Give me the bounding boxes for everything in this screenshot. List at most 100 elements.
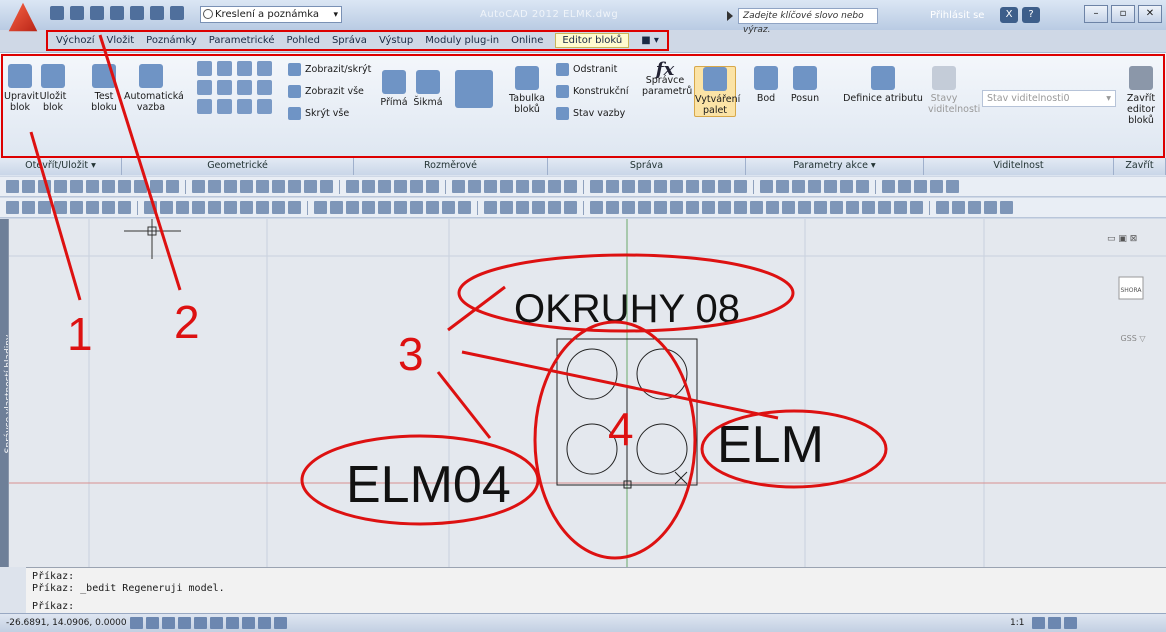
ortho-icon[interactable] [162,617,175,629]
toolbar-tool-icon[interactable] [548,201,561,214]
tab-manage[interactable]: Správa [332,35,367,46]
toolbar-tool-icon[interactable] [362,201,375,214]
toolbar-tool-icon[interactable] [192,180,205,193]
toolbar-tool-icon[interactable] [22,201,35,214]
toolbar-tool-icon[interactable] [946,180,959,193]
panel-visibility[interactable]: Viditelnost [924,158,1114,175]
toolbar-tool-icon[interactable] [606,180,619,193]
toolbar-tool-icon[interactable] [70,201,83,214]
login-link[interactable]: Přihlásit se [930,10,984,21]
toolbar-tool-icon[interactable] [314,201,327,214]
workspace-switch-icon[interactable] [1032,617,1046,629]
toolbar-tool-icon[interactable] [856,180,869,193]
toolbar-tool-icon[interactable] [54,180,67,193]
toolbar-tool-icon[interactable] [452,180,465,193]
toolbar-tool-icon[interactable] [118,201,131,214]
toolbar-tool-icon[interactable] [622,180,635,193]
toolbar-tool-icon[interactable] [564,201,577,214]
toolbar-tool-icon[interactable] [208,201,221,214]
transparency-icon[interactable] [274,617,287,629]
toolbar-tool-icon[interactable] [638,180,651,193]
drawing-canvas[interactable]: OKRUHY 08 ELM04 ELM SHORA GSS ▽ ▭ ▣ ⊠ [8,219,1166,567]
toolbar-tool-icon[interactable] [362,180,375,193]
toolbar-tool-icon[interactable] [846,201,859,214]
toolbar-tool-icon[interactable] [952,201,965,214]
toolbar-tool-icon[interactable] [240,201,253,214]
polar-icon[interactable] [178,617,191,629]
exchange-icon[interactable]: X [1000,7,1018,23]
toolbar-tool-icon[interactable] [670,201,683,214]
toolbar-tool-icon[interactable] [910,201,923,214]
snap-icon[interactable] [130,617,143,629]
toolbar-tool-icon[interactable] [532,201,545,214]
panel-close[interactable]: Zavřít [1114,158,1166,175]
toolbar-tool-icon[interactable] [330,201,343,214]
toolbar-tool-icon[interactable] [426,201,439,214]
toolbar-tool-icon[interactable] [702,201,715,214]
toolbar-tool-icon[interactable] [702,180,715,193]
toolbar-tool-icon[interactable] [622,201,635,214]
toolbar-tool-icon[interactable] [166,180,179,193]
toolbar-tool-icon[interactable] [484,201,497,214]
toolbar-tool-icon[interactable] [516,201,529,214]
restore-button[interactable]: ▫ [1111,5,1135,23]
osnap-icon[interactable] [194,617,207,629]
lineweight-icon[interactable] [258,617,271,629]
toolbar-tool-icon[interactable] [288,201,301,214]
toolbar-tool-icon[interactable] [824,180,837,193]
tab-block-editor[interactable]: Editor bloků [555,33,630,48]
toolbar-tool-icon[interactable] [272,180,285,193]
viewcube[interactable]: SHORA GSS ▽ ▭ ▣ ⊠ [1097,229,1161,379]
toolbar-tool-icon[interactable] [378,180,391,193]
wcs-label[interactable]: GSS ▽ [1120,334,1146,343]
toolbar-tool-icon[interactable] [882,180,895,193]
toolbar-tool-icon[interactable] [792,180,805,193]
new-icon[interactable] [50,6,64,20]
tab-extra-icon[interactable]: ■ ▾ [641,35,659,46]
toolbar-tool-icon[interactable] [394,180,407,193]
toolbar-tool-icon[interactable] [686,180,699,193]
toolbar-tool-icon[interactable] [936,201,949,214]
close-button[interactable]: ✕ [1138,5,1162,23]
annotation-scale[interactable]: 1:1 [1010,618,1024,628]
toolbar-tool-icon[interactable] [686,201,699,214]
clean-screen-icon[interactable] [1064,617,1078,629]
toolbar-tool-icon[interactable] [256,201,269,214]
panel-action-parameters[interactable]: Parametry akce ▾ [746,158,924,175]
tab-online[interactable]: Online [511,35,543,46]
toolbar-tool-icon[interactable] [442,201,455,214]
toolbar-tool-icon[interactable] [150,180,163,193]
help-icon[interactable]: ? [1022,7,1040,23]
tab-insert[interactable]: Vložit [106,35,134,46]
toolbar-tool-icon[interactable] [590,201,603,214]
toolbar-tool-icon[interactable] [776,180,789,193]
toolbar-tool-icon[interactable] [468,180,481,193]
tab-output[interactable]: Výstup [379,35,413,46]
toolbar-tool-icon[interactable] [734,201,747,214]
toolbar-tool-icon[interactable] [304,180,317,193]
toolbar-tool-icon[interactable] [6,180,19,193]
toolbar-tool-icon[interactable] [272,201,285,214]
toolbar-tool-icon[interactable] [606,201,619,214]
toolbar-tool-icon[interactable] [86,201,99,214]
toolbar-tool-icon[interactable] [6,201,19,214]
toolbar-tool-icon[interactable] [654,201,667,214]
toolbar-tool-icon[interactable] [930,180,943,193]
tab-home[interactable]: Výchozí [56,35,94,46]
toolbar-tool-icon[interactable] [160,201,173,214]
toolbar-tool-icon[interactable] [134,180,147,193]
toolbar-tool-icon[interactable] [798,201,811,214]
toolbar-tool-icon[interactable] [86,180,99,193]
toolbar-tool-icon[interactable] [394,201,407,214]
save-as-icon[interactable] [110,6,124,20]
dyn-icon[interactable] [242,617,255,629]
toolbar-tool-icon[interactable] [532,180,545,193]
toolbar-tool-icon[interactable] [484,180,497,193]
toolbar-tool-icon[interactable] [968,201,981,214]
application-menu-button[interactable] [8,2,38,32]
elm-text[interactable]: ELM [717,416,824,474]
toolbar-tool-icon[interactable] [914,180,927,193]
toolbar-tool-icon[interactable] [458,201,471,214]
mirrored-text[interactable]: OKRUHY 08 [514,287,740,331]
minimize-button[interactable]: – [1084,5,1108,23]
